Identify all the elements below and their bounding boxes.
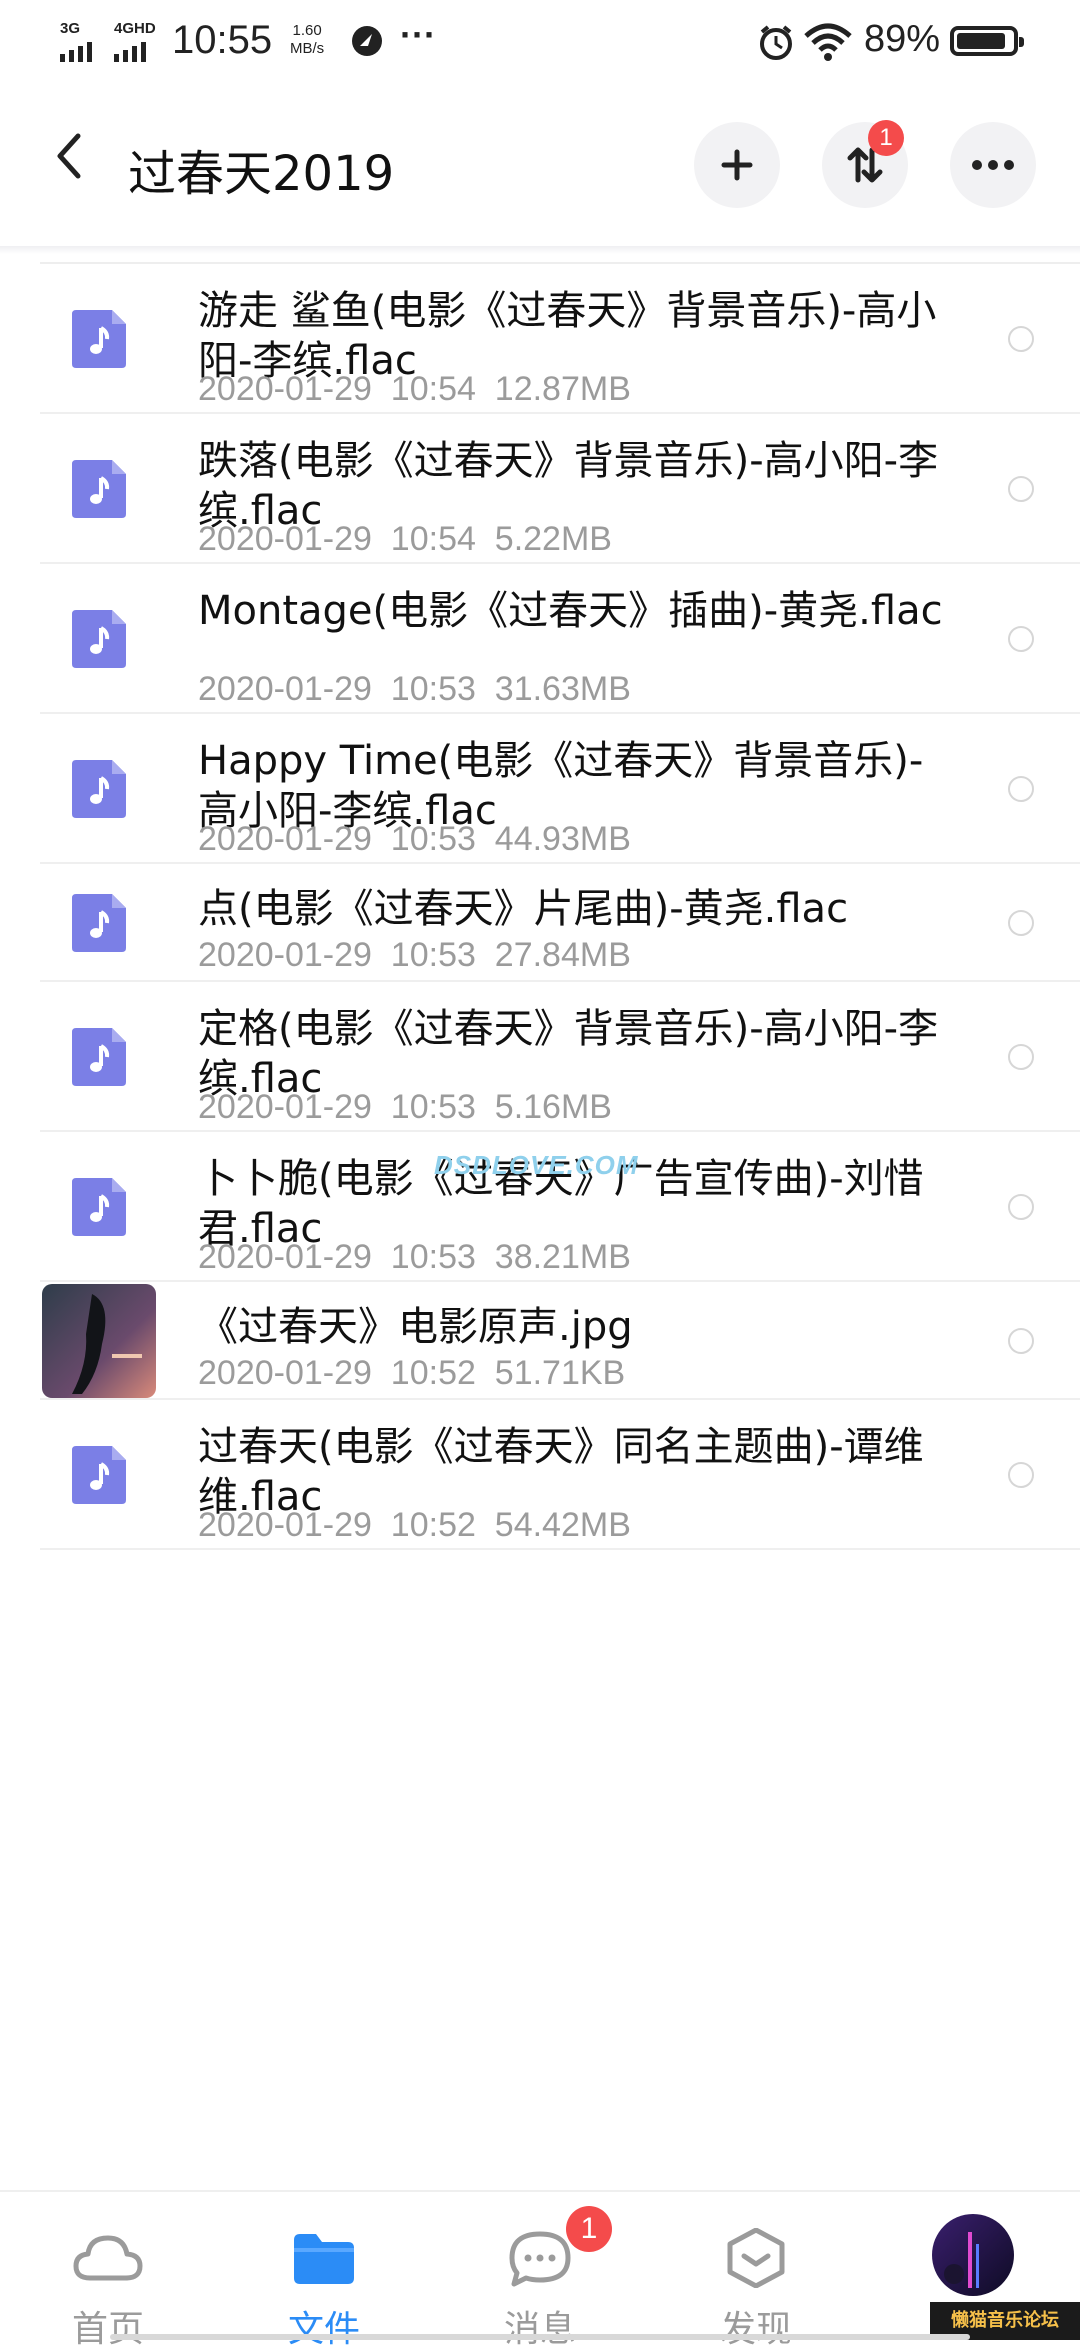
select-radio[interactable] bbox=[1008, 1462, 1034, 1488]
discover-icon bbox=[727, 2228, 785, 2288]
nav-files-label: 文件 bbox=[287, 2309, 360, 2350]
file-row[interactable]: 过春天(电影《过春天》同名主题曲)-谭维维.flac 2020-01-29 10:… bbox=[0, 1400, 1080, 1550]
select-radio[interactable] bbox=[1008, 1194, 1034, 1220]
file-meta: 2020-01-29 10:53 44.93MB bbox=[198, 820, 631, 858]
transfer-button[interactable]: 1 bbox=[822, 120, 908, 208]
speed-value: 1.60 bbox=[292, 22, 322, 39]
music-file-icon bbox=[72, 310, 126, 368]
vpn-icon bbox=[352, 26, 382, 56]
more-dots-icon bbox=[972, 160, 1014, 170]
nav-discover[interactable]: 发现 bbox=[648, 2192, 864, 2350]
more-status-icon: ··· bbox=[400, 14, 436, 55]
wifi-icon bbox=[804, 23, 852, 61]
file-row[interactable]: 游走 鲨鱼(电影《过春天》背景音乐)-高小阳-李缤.flac 2020-01-29… bbox=[0, 264, 1080, 414]
avatar-image bbox=[932, 2214, 1014, 2296]
watermark-text: DSDLOVE.COM bbox=[434, 1150, 639, 1180]
file-meta: 2020-01-29 10:53 38.21MB bbox=[198, 1238, 631, 1276]
page-title: 过春天2019 bbox=[128, 146, 395, 202]
file-meta: 2020-01-29 10:53 31.63MB bbox=[198, 670, 631, 708]
message-icon bbox=[509, 2231, 571, 2287]
music-file-icon bbox=[72, 760, 126, 818]
network-4g-label: 4GHD bbox=[114, 20, 156, 37]
nav-files[interactable]: 文件 bbox=[216, 2192, 432, 2350]
select-radio[interactable] bbox=[1008, 776, 1034, 802]
file-meta: 2020-01-29 10:54 12.87MB bbox=[198, 370, 631, 408]
home-indicator bbox=[110, 2334, 970, 2340]
select-radio[interactable] bbox=[1008, 1044, 1034, 1070]
add-button[interactable] bbox=[694, 122, 780, 208]
file-row[interactable]: Happy Time(电影《过春天》背景音乐)-高小阳-李缤.flac 2020-… bbox=[0, 714, 1080, 864]
back-arrow-icon[interactable] bbox=[50, 130, 90, 182]
music-file-icon bbox=[72, 460, 126, 518]
row-divider bbox=[40, 1548, 1080, 1550]
profile-avatar[interactable] bbox=[932, 2214, 1014, 2296]
status-bar: 3G 4GHD 10:55 1.60 MB/s ··· 89% bbox=[0, 0, 1080, 86]
file-name: 《过春天》电影原声.jpg bbox=[198, 1304, 633, 1350]
alarm-icon bbox=[760, 25, 792, 60]
select-radio[interactable] bbox=[1008, 476, 1034, 502]
more-options-button[interactable] bbox=[950, 122, 1036, 208]
music-file-icon bbox=[72, 1028, 126, 1086]
file-meta: 2020-01-29 10:53 5.16MB bbox=[198, 1088, 612, 1126]
top-app-bar: 过春天2019 1 bbox=[0, 86, 1080, 246]
file-row[interactable]: 定格(电影《过春天》背景音乐)-高小阳-李缤.flac 2020-01-29 10… bbox=[0, 982, 1080, 1132]
bottom-navigation: 首页 文件 1 消息 发现 bbox=[0, 2190, 1080, 2350]
battery-icon bbox=[950, 26, 1024, 56]
select-radio[interactable] bbox=[1008, 626, 1034, 652]
file-meta: 2020-01-29 10:52 54.42MB bbox=[198, 1506, 631, 1544]
network-3g-label: 3G bbox=[60, 20, 81, 37]
battery-percent: 89% bbox=[864, 18, 941, 60]
nav-messages-label: 消息 bbox=[503, 2309, 576, 2350]
status-time: 10:55 bbox=[172, 18, 273, 62]
cloud-icon bbox=[73, 2235, 143, 2281]
file-row[interactable]: 点(电影《过春天》片尾曲)-黄尧.flac 2020-01-29 10:53 27… bbox=[0, 864, 1080, 982]
file-name: 点(电影《过春天》片尾曲)-黄尧.flac bbox=[198, 886, 849, 932]
folder-icon bbox=[294, 2234, 354, 2284]
messages-badge: 1 bbox=[566, 2206, 612, 2252]
nav-home[interactable]: 首页 bbox=[0, 2192, 216, 2350]
file-row[interactable]: 跌落(电影《过春天》背景音乐)-高小阳-李缤.flac 2020-01-29 10… bbox=[0, 414, 1080, 564]
nav-home-label: 首页 bbox=[71, 2309, 144, 2350]
file-row[interactable]: Montage(电影《过春天》插曲)-黄尧.flac 2020-01-29 10:… bbox=[0, 564, 1080, 714]
select-radio[interactable] bbox=[1008, 910, 1034, 936]
select-radio[interactable] bbox=[1008, 326, 1034, 352]
file-meta: 2020-01-29 10:54 5.22MB bbox=[198, 520, 612, 558]
select-radio[interactable] bbox=[1008, 1328, 1034, 1354]
transfer-badge: 1 bbox=[868, 120, 904, 156]
music-file-icon bbox=[72, 1178, 126, 1236]
nav-discover-label: 发现 bbox=[719, 2309, 792, 2350]
header-shadow bbox=[0, 246, 1080, 254]
network-speed: 1.60 MB/s bbox=[290, 22, 324, 58]
music-file-icon bbox=[72, 610, 126, 668]
file-meta: 2020-01-29 10:52 51.71KB bbox=[198, 1354, 626, 1392]
image-thumbnail bbox=[42, 1284, 156, 1398]
file-row[interactable]: 《过春天》电影原声.jpg 2020-01-29 10:52 51.71KB bbox=[0, 1282, 1080, 1400]
file-meta: 2020-01-29 10:53 27.84MB bbox=[198, 936, 631, 974]
music-file-icon bbox=[72, 894, 126, 952]
music-file-icon bbox=[72, 1446, 126, 1504]
plus-icon bbox=[721, 149, 753, 181]
file-name: Montage(电影《过春天》插曲)-黄尧.flac bbox=[198, 588, 943, 634]
file-list: 游走 鲨鱼(电影《过春天》背景音乐)-高小阳-李缤.flac 2020-01-29… bbox=[0, 264, 1080, 1550]
nav-messages[interactable]: 1 消息 bbox=[432, 2192, 648, 2350]
speed-unit: MB/s bbox=[290, 40, 325, 57]
